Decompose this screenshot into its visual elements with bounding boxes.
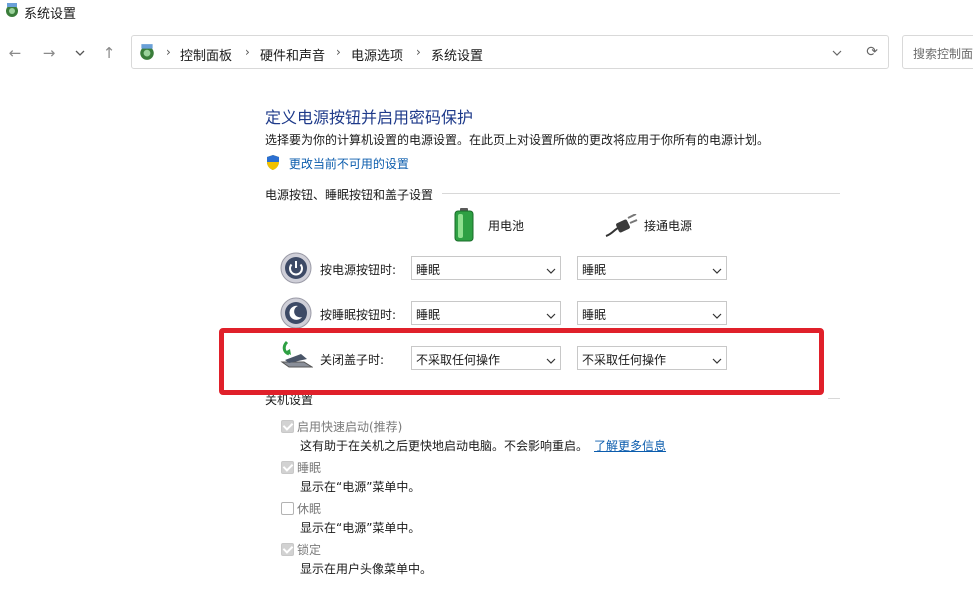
power-button-battery-select[interactable]: 睡眠	[411, 256, 561, 280]
plugged-in-column-label: 接通电源	[644, 219, 693, 233]
select-value: 不采取任何操作	[416, 353, 501, 367]
power-button-label: 按电源按钮时:	[320, 263, 397, 277]
hibernate-checkbox[interactable]	[281, 502, 294, 515]
sleep-button-icon	[280, 297, 312, 332]
chevron-down-icon	[712, 353, 722, 367]
hibernate-option-description: 显示在“电源”菜单中。	[300, 521, 421, 535]
group-divider	[442, 193, 840, 194]
lid-close-label: 关闭盖子时:	[320, 353, 385, 367]
navigation-bar: ← → ↑ › 控制面板 › 硬件和声音 › 电源选项 › 系统设置 ⟳ 搜索控…	[0, 34, 973, 72]
group-divider	[828, 398, 840, 399]
lid-close-plugged-select[interactable]: 不采取任何操作	[577, 346, 727, 370]
power-button-plugged-select[interactable]: 睡眠	[577, 256, 727, 280]
fast-startup-label: 启用快速启动(推荐)	[297, 420, 403, 434]
up-arrow-icon[interactable]: ↑	[99, 43, 119, 63]
search-placeholder: 搜索控制面	[913, 47, 973, 61]
chevron-down-icon	[546, 353, 556, 367]
back-arrow-icon[interactable]: ←	[5, 43, 25, 63]
chevron-down-icon	[712, 308, 722, 322]
breadcrumb-control-panel[interactable]: 控制面板	[180, 45, 232, 64]
breadcrumb-hardware-sound[interactable]: 硬件和声音	[260, 45, 325, 64]
title-bar: 系统设置	[0, 0, 973, 24]
sleep-option-label: 睡眠	[297, 461, 322, 475]
battery-icon	[454, 208, 474, 245]
select-value: 不采取任何操作	[582, 353, 667, 367]
lock-option-description: 显示在用户头像菜单中。	[300, 562, 433, 576]
power-group-title: 电源按钮、睡眠按钮和盖子设置	[265, 188, 434, 202]
search-input[interactable]: 搜索控制面	[902, 35, 973, 69]
lock-option-label: 锁定	[297, 543, 322, 557]
sleep-button-battery-select[interactable]: 睡眠	[411, 301, 561, 325]
page-description: 选择要为你的计算机设置的电源设置。在此页上对设置所做的更改将应用于你所有的电源计…	[265, 133, 770, 147]
control-panel-icon	[4, 2, 20, 21]
sleep-checkbox[interactable]	[281, 461, 294, 474]
learn-more-link[interactable]: 了解更多信息	[594, 439, 666, 453]
laptop-lid-icon	[279, 340, 314, 373]
breadcrumb-separator-icon: ›	[166, 45, 171, 59]
change-settings-link-label: 更改当前不可用的设置	[288, 157, 409, 171]
address-bar[interactable]: › 控制面板 › 硬件和声音 › 电源选项 › 系统设置 ⟳	[131, 35, 889, 69]
refresh-icon[interactable]: ⟳	[866, 44, 878, 60]
shutdown-group-title: 关机设置	[265, 393, 314, 407]
sleep-option-description: 显示在“电源”菜单中。	[300, 480, 421, 494]
battery-column-label: 用电池	[488, 219, 525, 233]
admin-shield-icon	[265, 155, 285, 174]
window-title: 系统设置	[24, 7, 77, 22]
control-panel-icon	[138, 43, 156, 64]
forward-arrow-icon[interactable]: →	[39, 43, 59, 63]
select-value: 睡眠	[416, 308, 441, 322]
breadcrumb-separator-icon: ›	[336, 45, 341, 59]
chevron-down-icon	[546, 263, 556, 277]
breadcrumb-separator-icon: ›	[245, 45, 250, 59]
fast-startup-checkbox[interactable]	[281, 420, 294, 433]
power-button-icon	[280, 252, 312, 287]
breadcrumb-power-options[interactable]: 电源选项	[351, 45, 403, 64]
recent-locations-chevron-icon[interactable]	[70, 43, 90, 63]
sleep-button-plugged-select[interactable]: 睡眠	[577, 301, 727, 325]
fast-startup-description: 这有助于在关机之后更快地启动电脑。不会影响重启。 了解更多信息	[300, 437, 666, 454]
breadcrumb-system-settings[interactable]: 系统设置	[431, 45, 483, 64]
chevron-down-icon	[546, 308, 556, 322]
lid-close-battery-select[interactable]: 不采取任何操作	[411, 346, 561, 370]
chevron-down-icon	[712, 263, 722, 277]
select-value: 睡眠	[582, 308, 607, 322]
select-value: 睡眠	[416, 263, 441, 277]
power-plug-icon	[604, 213, 638, 241]
change-unavailable-settings-link[interactable]: 更改当前不可用的设置	[265, 154, 409, 175]
sleep-button-label: 按睡眠按钮时:	[320, 308, 397, 322]
page-title: 定义电源按钮并启用密码保护	[265, 108, 474, 127]
fast-startup-desc-text: 这有助于在关机之后更快地启动电脑。不会影响重启。	[300, 439, 589, 453]
address-dropdown-icon[interactable]	[832, 45, 842, 59]
breadcrumb-separator-icon: ›	[416, 45, 421, 59]
select-value: 睡眠	[582, 263, 607, 277]
hibernate-option-label: 休眠	[297, 502, 322, 516]
lock-checkbox[interactable]	[281, 543, 294, 556]
